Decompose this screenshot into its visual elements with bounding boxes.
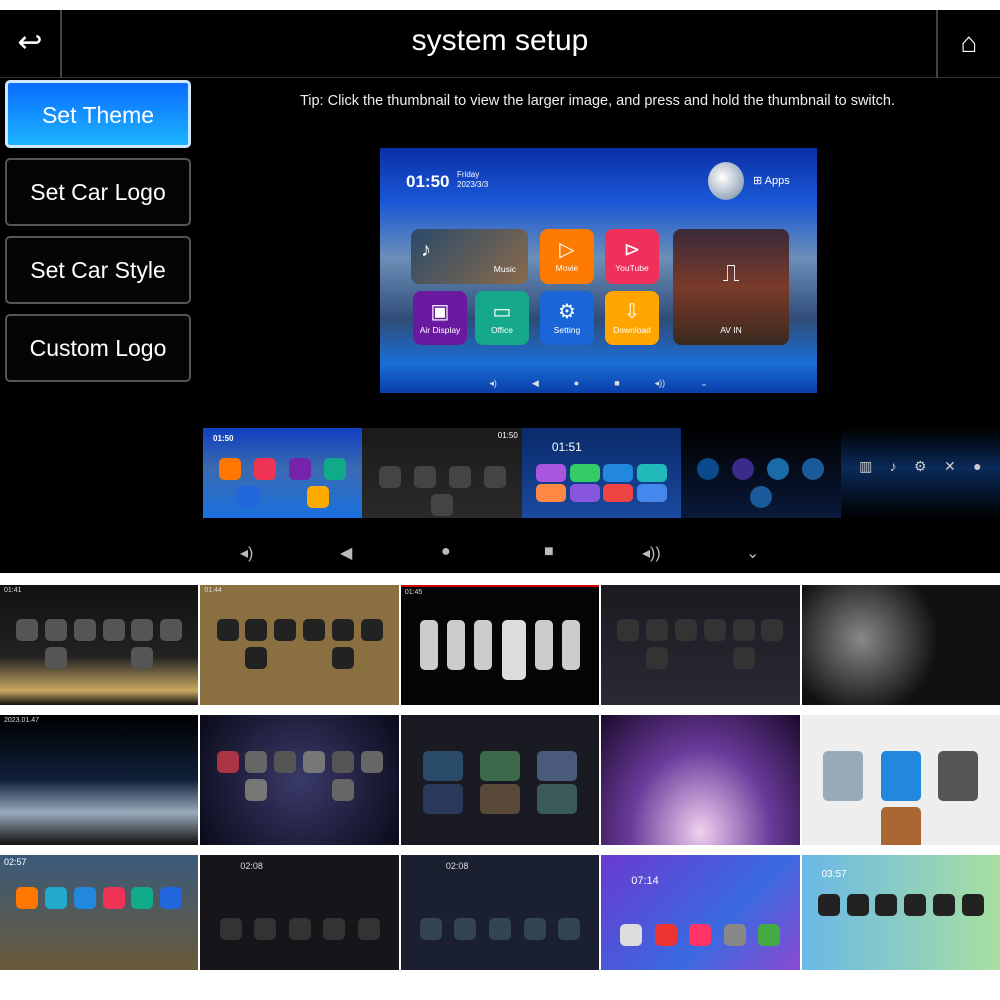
sidebar-item-set-theme[interactable]: Set Theme xyxy=(5,80,191,148)
volume-down-icon[interactable]: ◂) xyxy=(240,543,253,563)
theme-thumbnail-strip[interactable]: 01:50 01:50 01:51 ▥ ♪ ⚙ ✕ ● xyxy=(203,428,1000,518)
thumb-time: 01:45 xyxy=(404,589,423,596)
page-title: system setup xyxy=(411,24,589,57)
header: ↩ system setup ⌂ xyxy=(0,10,1000,78)
thumb-time: 2023.01.47 xyxy=(4,717,40,724)
home-circle-icon[interactable]: ● xyxy=(441,543,451,561)
thumb-time: 03:57 xyxy=(821,869,847,880)
tile-air-display: ▣ Air Display xyxy=(413,291,467,345)
gallery-thumb: 02:57 xyxy=(0,855,199,970)
thumb-time: 02:08 xyxy=(240,861,263,871)
thumb-time: 01:50 xyxy=(497,431,518,440)
av-in-icon: ⎍ xyxy=(722,260,740,287)
movie-icon: ▷ xyxy=(559,239,575,261)
tile-label: YouTube xyxy=(615,263,649,273)
tile-label: Download xyxy=(613,325,651,335)
sidebar-item-set-car-logo[interactable]: Set Car Logo xyxy=(5,158,191,226)
theme-thumb-3[interactable]: 01:51 xyxy=(521,428,682,518)
tile-label: AV IN xyxy=(720,325,742,335)
system-setup-screen: ↩ system setup ⌂ Set Theme Set Car Logo … xyxy=(0,10,1000,573)
home-icon: ⌂ xyxy=(960,27,978,58)
tile-av-in: ⎍ AV IN xyxy=(673,229,789,345)
tile-label: Office xyxy=(490,325,514,335)
thumb-time: 01:44 xyxy=(204,587,222,594)
sidebar-item-custom-logo[interactable]: Custom Logo xyxy=(5,314,191,382)
gallery-thumb: 02:08 xyxy=(400,855,600,970)
tip-text: Tip: Click the thumbnail to view the lar… xyxy=(299,93,896,109)
chevron-down-icon[interactable]: ⌄ xyxy=(746,543,759,563)
thumb-time: 07:14 xyxy=(631,875,659,887)
tile-setting: ⚙ Setting xyxy=(540,291,594,345)
preview-time: 01:50 xyxy=(406,172,450,191)
theme-thumb-4[interactable] xyxy=(681,428,841,518)
back-triangle-icon[interactable]: ◀ xyxy=(340,543,352,563)
office-icon: ▭ xyxy=(492,301,512,323)
gallery-thumb xyxy=(200,715,399,845)
tile-label: Air Display xyxy=(419,325,461,335)
youtube-icon: ⊳ xyxy=(623,239,641,261)
home-button[interactable]: ⌂ xyxy=(936,10,1000,78)
tile-youtube: ⊳ YouTube xyxy=(605,229,659,284)
theme-thumb-1[interactable]: 01:50 xyxy=(203,428,363,518)
music-icon: ♪ xyxy=(421,239,431,261)
thumb-time: 01:50 xyxy=(213,434,234,443)
preview-navbar: ◂) ◀ ● ■ ◂)) ⌄ xyxy=(489,378,708,388)
theme-thumb-2[interactable]: 01:50 xyxy=(362,428,522,518)
gallery-thumb xyxy=(601,715,800,845)
gallery-row-1: 01:41 01:44 01:45 xyxy=(0,585,1000,705)
apps-label: Apps xyxy=(764,175,790,187)
thumb-time: 01:51 xyxy=(551,440,582,454)
preview-apps: ⊞ Apps xyxy=(753,175,790,187)
setting-icon: ⚙ xyxy=(558,301,576,323)
volume-up-icon[interactable]: ◂)) xyxy=(642,543,661,563)
theme-thumb-5[interactable]: ▥ ♪ ⚙ ✕ ● xyxy=(840,428,1000,518)
gallery-thumb: 2023.01.47 xyxy=(0,715,199,845)
tile-label: Setting xyxy=(553,325,581,335)
gallery-thumb: 01:45 xyxy=(400,585,600,705)
gallery-thumb xyxy=(400,715,600,845)
tile-download: ⇩ Download xyxy=(605,291,659,345)
tile-label: Movie xyxy=(555,263,579,273)
gallery-thumb xyxy=(801,715,1000,845)
gallery-thumb: 03:57 xyxy=(801,855,1000,970)
tile-music: ♪ Music xyxy=(411,229,528,284)
gallery-row-3: 02:57 02:08 02:08 07:14 03:57 xyxy=(0,855,1000,970)
gallery-row-2: 2023.01.47 xyxy=(0,715,1000,845)
download-icon: ⇩ xyxy=(623,301,641,323)
thumb-time: 02:57 xyxy=(4,857,27,867)
recents-square-icon[interactable]: ■ xyxy=(544,543,554,561)
thumb-time: 02:08 xyxy=(445,861,469,871)
gallery-thumb: 01:41 xyxy=(0,585,199,705)
theme-preview[interactable]: 01:50 Friday 2023/3/3 ⊞ Apps ♪ Music ▷ Movi… xyxy=(380,148,817,393)
moon-icon xyxy=(708,162,744,200)
tile-label: Music xyxy=(493,264,516,274)
preview-date: Friday 2023/3/3 xyxy=(457,170,488,190)
air-display-icon: ▣ xyxy=(430,301,450,323)
thumb-time: 01:41 xyxy=(4,587,22,594)
tile-movie: ▷ Movie xyxy=(540,229,594,284)
preview-date-value: 2023/3/3 xyxy=(457,180,489,189)
gallery-thumb xyxy=(601,585,800,705)
preview-day: Friday xyxy=(457,170,480,179)
gallery-thumb xyxy=(801,585,1000,705)
gallery-thumb: 01:44 xyxy=(200,585,399,705)
gallery-thumb: 07:14 xyxy=(601,855,800,970)
tile-office: ▭ Office xyxy=(475,291,529,345)
sidebar: Set Theme Set Car Logo Set Car Style Cus… xyxy=(5,80,191,392)
sidebar-item-set-car-style[interactable]: Set Car Style xyxy=(5,236,191,304)
gallery-thumb: 02:08 xyxy=(200,855,399,970)
